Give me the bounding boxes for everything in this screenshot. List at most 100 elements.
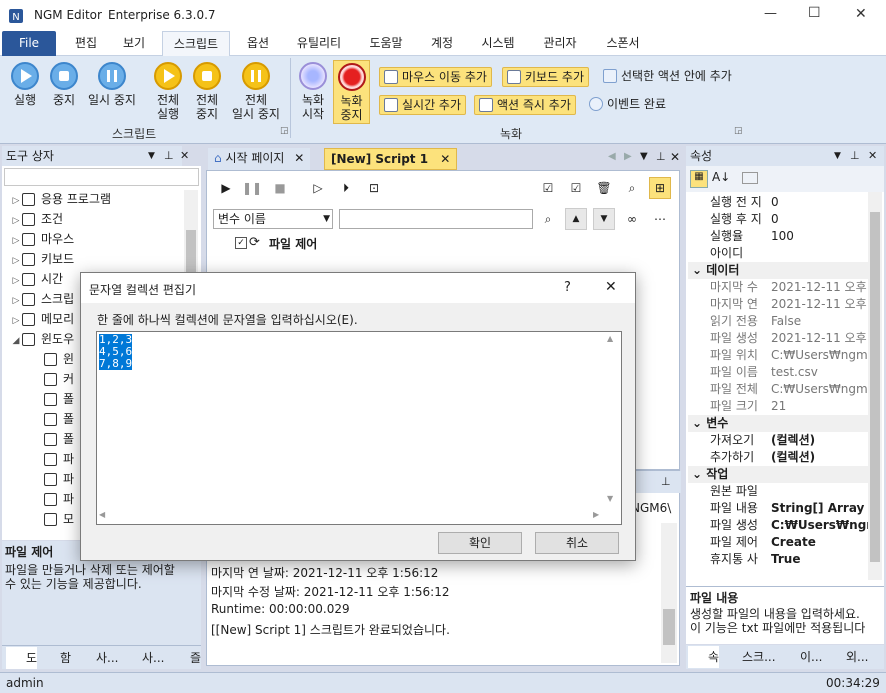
property-row[interactable]: 파일 전체 C:₩Users₩ngma — [688, 381, 868, 398]
property-row[interactable]: 실행 전 지 0 — [688, 194, 868, 211]
toolbox-item[interactable]: 윈 — [44, 349, 74, 369]
toolbox-category[interactable]: ▷ 스크립 — [10, 289, 74, 309]
property-value[interactable]: (컬렉션) — [771, 432, 868, 449]
string-lines-textarea[interactable]: 1,2,3 4,5,6 7,8,9 ▲ ▼ ◀ ▶ — [96, 331, 622, 525]
scroll-down-icon[interactable]: ▼ — [607, 494, 613, 503]
property-value[interactable]: True — [771, 551, 868, 568]
property-row[interactable]: 실행 후 지 0 — [688, 211, 868, 228]
add-mouse-move-button[interactable]: 마우스 이동 추가 — [379, 67, 492, 87]
collapsed-icon[interactable]: ▷ — [10, 311, 22, 331]
tab-functions[interactable]: 함 — [40, 647, 71, 669]
loop-icon[interactable]: ∞ — [621, 208, 643, 230]
collapsed-icon[interactable]: ▷ — [10, 251, 22, 271]
run-button[interactable]: 실행 — [8, 62, 42, 107]
toolbox-item[interactable]: 파 — [44, 449, 74, 469]
property-category[interactable]: ⌄ 작업 — [688, 466, 868, 483]
toolbox-category[interactable]: ▷ 키보드 — [10, 249, 74, 269]
property-value[interactable]: 21 — [771, 398, 868, 415]
run-from-icon[interactable]: ⊡ — [363, 177, 385, 199]
menu-help[interactable]: 도움말 — [360, 31, 412, 56]
property-category[interactable]: ⌄ 변수 — [688, 415, 868, 432]
scroll-right-icon[interactable]: ▶ — [593, 510, 599, 519]
scroll-up-icon[interactable]: ▲ — [607, 334, 613, 343]
toolbox-category[interactable]: ▷ 시간 — [10, 269, 63, 289]
property-pages-icon[interactable] — [742, 172, 758, 184]
run-icon[interactable]: ▶ — [215, 177, 237, 199]
property-row[interactable]: 추가하기 (컬렉션) — [688, 449, 868, 466]
more-icon[interactable]: ⋯ — [649, 208, 671, 230]
close-icon[interactable]: ✕ — [868, 146, 877, 166]
collapsed-icon[interactable]: ▷ — [10, 211, 22, 231]
toolbox-item[interactable]: 모 — [44, 509, 74, 529]
pin-icon[interactable]: ⊥ — [661, 475, 671, 488]
tab-external[interactable]: 외... — [826, 646, 868, 668]
properties-scrollbar[interactable] — [868, 192, 882, 580]
variable-select[interactable]: 변수 이름 ▼ — [213, 209, 333, 229]
delete-icon[interactable]: 🗑 — [593, 177, 615, 199]
property-row[interactable]: 파일 이름 test.csv — [688, 364, 868, 381]
stop-icon[interactable]: ■ — [269, 177, 291, 199]
pause-all-button[interactable]: 전체 일시 중지 — [228, 62, 284, 121]
property-row[interactable]: 실행율 100 — [688, 228, 868, 245]
tab-user-1[interactable]: 사... — [76, 647, 118, 669]
pin-icon[interactable]: ⊥ — [850, 146, 860, 166]
tab-script[interactable]: 스크... — [722, 646, 776, 668]
property-value[interactable]: False — [771, 313, 868, 330]
menu-file[interactable]: File — [2, 31, 56, 56]
property-value[interactable]: C:₩Users₩ngm — [771, 517, 868, 534]
dialog-help-button[interactable]: ? — [564, 280, 571, 295]
menu-utility[interactable]: 유틸리티 — [288, 31, 350, 56]
property-value[interactable]: test.csv — [771, 364, 868, 381]
cancel-button[interactable]: 취소 — [535, 532, 619, 554]
output-scrollbar[interactable] — [661, 523, 677, 663]
property-row[interactable]: 파일 생성 2021-12-11 오후 1 — [688, 330, 868, 347]
menu-sponsor[interactable]: 스폰서 — [596, 31, 650, 56]
property-row[interactable]: 파일 제어 Create — [688, 534, 868, 551]
menu-admin[interactable]: 관리자 — [532, 31, 588, 56]
toolbox-category[interactable]: ▷ 응용 프로그램 — [10, 189, 111, 209]
check-all-icon[interactable]: ☑ — [537, 177, 559, 199]
step-icon[interactable]: ▷ — [307, 177, 329, 199]
tab-properties[interactable]: 속 — [688, 646, 720, 668]
move-up-icon[interactable]: ▲ — [565, 208, 587, 230]
toolbox-category[interactable]: ▷ 조건 — [10, 209, 63, 229]
property-row[interactable]: 파일 위치 C:₩Users₩ngma — [688, 347, 868, 364]
scroll-thumb[interactable] — [870, 212, 880, 562]
toolbox-search-input[interactable] — [4, 168, 199, 186]
dialog-close-button[interactable]: ✕ — [605, 279, 617, 295]
alphabetical-icon[interactable]: A↓ — [712, 170, 730, 184]
tab-list-icon[interactable]: ▼ — [640, 151, 648, 162]
collapse-icon[interactable]: ⌄ — [688, 467, 706, 481]
property-value[interactable]: C:₩Users₩ngma — [771, 381, 868, 398]
toolbox-item[interactable]: 커 — [44, 369, 74, 389]
tab-toolbox[interactable]: 도 — [6, 647, 38, 669]
ok-button[interactable]: 확인 — [438, 532, 522, 554]
toolbox-item[interactable]: 폴 — [44, 409, 74, 429]
pin-icon[interactable]: ⊥ — [164, 146, 174, 166]
property-value[interactable]: String[] Array — [771, 500, 868, 517]
action-file-control[interactable]: 파일 제어 — [269, 235, 317, 252]
property-value[interactable]: 2021-12-11 오후 1 — [771, 296, 868, 313]
tab-start-page[interactable]: ⌂ 시작 페이지 ✕ — [208, 148, 311, 170]
categorized-icon[interactable]: ▦ — [690, 170, 708, 188]
pause-button[interactable]: 일시 중지 — [84, 62, 140, 107]
property-row[interactable]: 파일 생성 C:₩Users₩ngm — [688, 517, 868, 534]
property-value[interactable]: 2021-12-11 오후 1 — [771, 279, 868, 296]
collapsed-icon[interactable]: ▷ — [10, 271, 22, 291]
close-tab-icon[interactable]: ✕ — [440, 152, 450, 166]
tab-image[interactable]: 이... — [780, 646, 822, 668]
add-in-selected-button[interactable]: 선택한 액션 안에 추가 — [599, 67, 732, 85]
collapsed-icon[interactable]: ▷ — [10, 191, 22, 211]
property-value[interactable]: 0 — [771, 194, 868, 211]
stop-all-button[interactable]: 전체 중지 — [190, 62, 224, 121]
menu-script[interactable]: 스크립트 — [162, 31, 230, 56]
property-row[interactable]: 가져오기 (컬렉션) — [688, 432, 868, 449]
toolbox-category[interactable]: ▷ 메모리 — [10, 309, 74, 329]
property-row[interactable]: 파일 크기 21 — [688, 398, 868, 415]
collapse-icon[interactable]: ⌄ — [688, 263, 706, 277]
tab-script-1[interactable]: [New] Script 1 ✕ — [324, 148, 458, 170]
action-instant-add-button[interactable]: 액션 즉시 추가 — [474, 95, 576, 115]
stop-button[interactable]: 중지 — [48, 62, 80, 107]
property-row[interactable]: 마지막 연 2021-12-11 오후 1 — [688, 296, 868, 313]
variable-value-input[interactable] — [339, 209, 533, 229]
